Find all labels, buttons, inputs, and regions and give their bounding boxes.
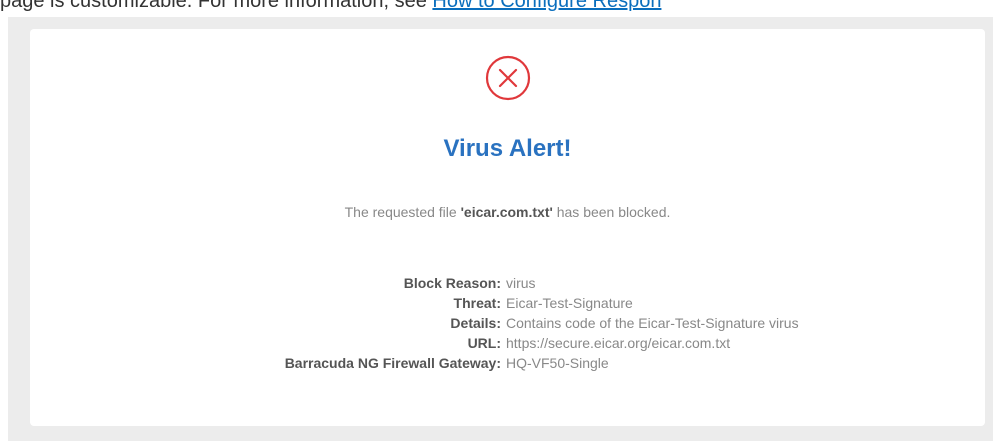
blocked-file-name: 'eicar.com.txt' <box>460 204 553 220</box>
detail-value: virus <box>506 275 536 291</box>
detail-value: Contains code of the Eicar-Test-Signatur… <box>506 315 799 331</box>
detail-row-block-reason: Block Reason: virus <box>30 273 985 293</box>
detail-label: Barracuda NG Firewall Gateway: <box>284 355 501 371</box>
alert-card: Virus Alert! The requested file 'eicar.c… <box>30 29 985 426</box>
error-x-circle-icon <box>485 55 531 101</box>
detail-row-url: URL: https://secure.eicar.org/eicar.com.… <box>30 333 985 353</box>
details-table: Block Reason: virus Threat: Eicar-Test-S… <box>30 273 985 373</box>
detail-label: Block Reason: <box>403 275 501 291</box>
detail-row-details: Details: Contains code of the Eicar-Test… <box>30 313 985 333</box>
detail-value: Eicar-Test-Signature <box>506 295 633 311</box>
alert-title: Virus Alert! <box>443 135 572 162</box>
intro-text-prefix: page is customizable. For more informati… <box>0 0 433 12</box>
detail-label: URL: <box>467 335 501 351</box>
detail-label: Details: <box>450 315 501 331</box>
detail-row-gateway: Barracuda NG Firewall Gateway: HQ-VF50-S… <box>30 353 985 373</box>
configure-response-link[interactable]: How to Configure Respon <box>432 0 661 12</box>
block-message: The requested file 'eicar.com.txt' has b… <box>30 203 985 221</box>
block-message-suffix: has been blocked. <box>552 204 671 220</box>
detail-label: Threat: <box>453 295 501 311</box>
detail-value: https://secure.eicar.org/eicar.com.txt <box>506 335 731 351</box>
detail-value: HQ-VF50-Single <box>506 355 609 371</box>
intro-text: page is customizable. For more informati… <box>0 0 993 13</box>
detail-row-threat: Threat: Eicar-Test-Signature <box>30 293 985 313</box>
block-message-prefix: The requested file <box>344 204 461 220</box>
